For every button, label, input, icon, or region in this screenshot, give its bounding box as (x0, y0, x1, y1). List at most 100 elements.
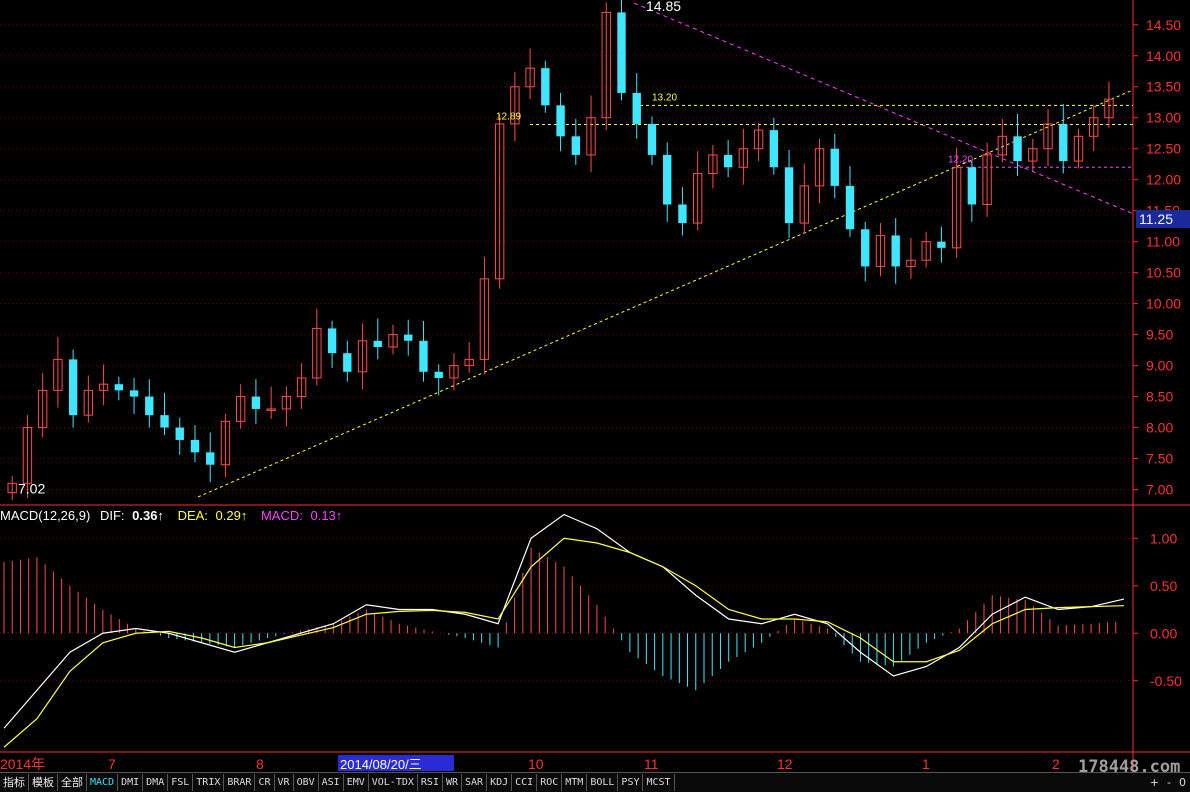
candle[interactable] (494, 114, 505, 289)
tab-kdj[interactable]: KDJ (487, 774, 513, 791)
tab-all[interactable]: 全部 (58, 774, 87, 791)
candle[interactable] (388, 324, 398, 355)
tab-dmi[interactable]: DMI (118, 774, 144, 791)
tab-psy[interactable]: PSY (618, 774, 644, 791)
candle[interactable] (678, 187, 687, 236)
tab-mcst[interactable]: MCST (643, 774, 675, 791)
candle[interactable] (479, 256, 490, 375)
candle[interactable] (1028, 138, 1038, 172)
tab-boll[interactable]: BOLL (587, 774, 619, 791)
tab-dma[interactable]: DMA (143, 774, 169, 791)
candle[interactable] (251, 379, 261, 424)
candle[interactable] (708, 144, 718, 189)
tab-vol-tdx[interactable]: VOL-TDX (369, 774, 418, 791)
candle[interactable] (1104, 81, 1114, 128)
candle[interactable] (753, 122, 764, 162)
candle[interactable] (1073, 128, 1084, 169)
candle[interactable] (83, 375, 94, 423)
candle[interactable] (175, 417, 184, 455)
candle[interactable] (145, 379, 154, 428)
candle[interactable] (723, 140, 733, 178)
reset-button[interactable]: 0 (1175, 776, 1190, 789)
time-label-11: 11 (644, 756, 659, 772)
candle[interactable] (464, 342, 474, 374)
candle[interactable] (571, 118, 580, 165)
candle[interactable] (53, 337, 63, 408)
time-label-7: 7 (108, 756, 116, 772)
candle[interactable] (7, 475, 17, 501)
tab-fsl[interactable]: FSL (168, 774, 194, 791)
candle[interactable] (906, 237, 916, 279)
candle[interactable] (206, 432, 215, 483)
tab-obv[interactable]: OBV (294, 774, 319, 791)
candle[interactable] (814, 138, 825, 204)
tab-macd[interactable]: MACD (87, 774, 119, 791)
candle[interactable] (997, 118, 1008, 163)
tab-sar[interactable]: SAR (462, 774, 488, 791)
zoom-in-button[interactable]: + (1146, 776, 1163, 789)
candle[interactable] (525, 48, 535, 100)
tab-rsi[interactable]: RSI (418, 774, 443, 791)
candle[interactable] (738, 128, 749, 185)
candle[interactable] (235, 384, 246, 429)
candle[interactable] (937, 226, 946, 263)
tab-brar[interactable]: BRAR (224, 774, 256, 791)
candle[interactable] (1089, 105, 1099, 152)
tab-trix[interactable]: TRIX (193, 774, 225, 791)
tab-vr[interactable]: VR (275, 774, 294, 791)
candle[interactable] (404, 319, 413, 356)
tab-template[interactable]: 模板 (29, 774, 58, 791)
candle[interactable] (327, 320, 337, 369)
candle[interactable] (921, 231, 931, 268)
tab-mtm[interactable]: MTM (562, 774, 588, 791)
candle[interactable] (845, 166, 855, 237)
candle[interactable] (1059, 104, 1068, 174)
candle[interactable] (220, 413, 231, 478)
candle[interactable] (692, 151, 703, 231)
candle[interactable] (647, 116, 657, 165)
candle[interactable] (891, 218, 900, 284)
candle[interactable] (98, 364, 109, 406)
candle[interactable] (967, 159, 977, 222)
candle[interactable] (419, 320, 428, 382)
candle[interactable] (357, 323, 368, 390)
candle[interactable] (343, 340, 352, 382)
candle[interactable] (1043, 109, 1053, 167)
candle[interactable] (68, 349, 78, 428)
candle[interactable] (510, 71, 520, 142)
candle[interactable] (617, 0, 626, 101)
tab-emv[interactable]: EMV (344, 774, 369, 791)
tab-cci[interactable]: CCI (512, 774, 538, 791)
candle[interactable] (373, 318, 382, 360)
candle[interactable] (556, 92, 565, 152)
candle[interactable] (114, 376, 124, 401)
candle[interactable] (784, 149, 794, 238)
candle[interactable] (799, 163, 809, 233)
candle[interactable] (266, 386, 276, 419)
candle[interactable] (586, 95, 596, 173)
candle[interactable] (37, 373, 48, 438)
candle[interactable] (281, 386, 292, 427)
tab-wr[interactable]: WR (443, 774, 463, 791)
tab-asi[interactable]: ASI (319, 774, 344, 791)
candles[interactable] (7, 0, 1114, 501)
candle[interactable] (449, 353, 459, 391)
tab-roc[interactable]: ROC (537, 774, 563, 791)
candle[interactable] (190, 425, 200, 463)
candle[interactable] (296, 363, 307, 409)
candle[interactable] (663, 142, 672, 222)
zoom-out-button[interactable]: - (1163, 776, 1175, 789)
dea-label: DEA: (178, 508, 208, 523)
candle[interactable] (129, 377, 139, 414)
candle[interactable] (312, 308, 322, 386)
candle[interactable] (541, 60, 550, 113)
candle[interactable] (601, 2, 611, 131)
candle[interactable] (632, 73, 641, 139)
candle[interactable] (160, 392, 169, 435)
tab-cr[interactable]: CR (255, 774, 275, 791)
candle[interactable] (875, 223, 886, 277)
candle[interactable] (830, 133, 839, 199)
dea-value: 0.29↑ (216, 508, 248, 523)
candle[interactable] (769, 117, 779, 175)
tab-indicator[interactable]: 指标 (0, 774, 29, 791)
